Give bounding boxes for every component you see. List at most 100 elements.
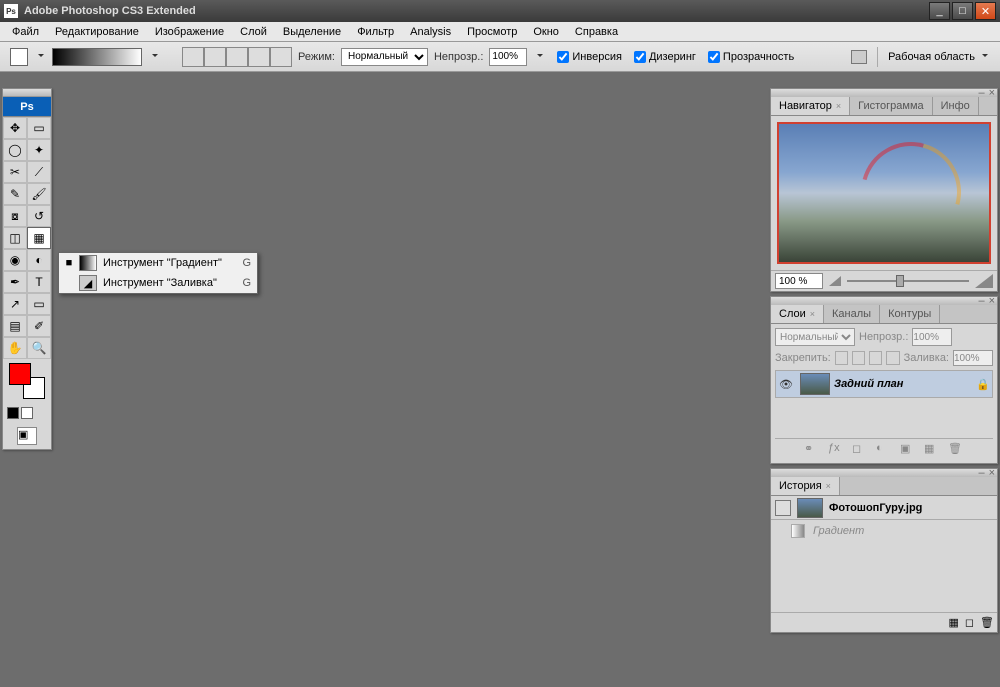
- history-document-row[interactable]: ФотошопГуру.jpg: [771, 496, 997, 520]
- gradient-editor[interactable]: [52, 48, 142, 66]
- zoom-out-icon[interactable]: [829, 276, 841, 286]
- flyout-bucket-tool[interactable]: ◢ Инструмент "Заливка" G: [59, 273, 257, 293]
- zoom-input[interactable]: [775, 273, 823, 289]
- eraser-tool[interactable]: ◫: [3, 227, 27, 249]
- tool-preset-picker[interactable]: [10, 48, 28, 66]
- chevron-right-icon[interactable]: [535, 54, 545, 60]
- gradient-reflected-button[interactable]: [248, 47, 270, 67]
- notes-tool[interactable]: ▤: [3, 315, 27, 337]
- history-brush-tool[interactable]: ↺: [27, 205, 51, 227]
- new-group-icon[interactable]: ▣: [900, 442, 916, 456]
- maximize-button[interactable]: □: [952, 2, 973, 20]
- slice-tool[interactable]: ⟋: [27, 161, 51, 183]
- menu-layer[interactable]: Слой: [232, 24, 275, 40]
- menu-window[interactable]: Окно: [525, 24, 567, 40]
- lock-pixels-icon[interactable]: [852, 351, 865, 365]
- tab-navigator[interactable]: Навигатор×: [771, 97, 850, 115]
- shape-tool[interactable]: ▭: [27, 293, 51, 315]
- opacity-input[interactable]: [489, 48, 527, 66]
- panel-minimize-icon[interactable]: –: [978, 295, 984, 307]
- layer-thumbnail[interactable]: [800, 373, 830, 395]
- delete-state-icon[interactable]: 🗑: [980, 616, 994, 629]
- blend-mode-select[interactable]: Нормальный: [341, 48, 428, 66]
- gradient-angle-button[interactable]: [226, 47, 248, 67]
- brush-tool[interactable]: 🖌: [27, 183, 51, 205]
- new-layer-icon[interactable]: ▦: [924, 442, 940, 456]
- gradient-tool[interactable]: ▦: [27, 227, 51, 249]
- hand-tool[interactable]: ✋: [3, 337, 27, 359]
- wand-tool[interactable]: ✦: [27, 139, 51, 161]
- tab-info[interactable]: Инфо: [933, 97, 979, 115]
- layer-row-background[interactable]: 👁 Задний план 🔒: [775, 370, 993, 398]
- chevron-down-icon[interactable]: [150, 54, 160, 60]
- panel-close-icon[interactable]: ×: [989, 87, 995, 99]
- pen-tool[interactable]: ✒: [3, 271, 27, 293]
- menu-select[interactable]: Выделение: [275, 24, 349, 40]
- close-button[interactable]: ✕: [975, 2, 996, 20]
- link-layers-icon[interactable]: ⚭: [804, 442, 820, 456]
- panel-minimize-icon[interactable]: –: [978, 467, 984, 479]
- menu-analysis[interactable]: Analysis: [402, 24, 459, 40]
- new-snapshot-icon[interactable]: ▦: [948, 616, 958, 629]
- menu-image[interactable]: Изображение: [147, 24, 232, 40]
- menu-filter[interactable]: Фильтр: [349, 24, 402, 40]
- flyout-gradient-tool[interactable]: ■ Инструмент "Градиент" G: [59, 253, 257, 273]
- menu-edit[interactable]: Редактирование: [47, 24, 147, 40]
- layer-blend-select[interactable]: Нормальный: [775, 328, 855, 346]
- panel-minimize-icon[interactable]: –: [978, 87, 984, 99]
- tab-channels[interactable]: Каналы: [824, 305, 880, 323]
- foreground-color[interactable]: [9, 363, 31, 385]
- panel-close-icon[interactable]: ×: [989, 295, 995, 307]
- type-tool[interactable]: T: [27, 271, 51, 293]
- lock-all-icon[interactable]: [886, 351, 899, 365]
- fill-input[interactable]: [953, 350, 993, 366]
- panel-close-icon[interactable]: ×: [989, 467, 995, 479]
- new-document-icon[interactable]: ◻: [965, 616, 974, 629]
- navigator-preview[interactable]: [777, 122, 991, 264]
- lasso-tool[interactable]: ◯: [3, 139, 27, 161]
- lock-transparency-icon[interactable]: [835, 351, 848, 365]
- gradient-linear-button[interactable]: [182, 47, 204, 67]
- tab-history[interactable]: История×: [771, 477, 840, 495]
- invert-checkbox[interactable]: Инверсия: [557, 51, 622, 63]
- gradient-diamond-button[interactable]: [270, 47, 292, 67]
- bridge-icon[interactable]: [851, 50, 867, 64]
- minimize-button[interactable]: _: [929, 2, 950, 20]
- toolbox-grip[interactable]: [3, 89, 51, 97]
- tab-layers[interactable]: Слои×: [771, 305, 824, 323]
- adjustment-layer-icon[interactable]: ◐: [876, 442, 892, 456]
- blur-tool[interactable]: ◉: [3, 249, 27, 271]
- gradient-radial-button[interactable]: [204, 47, 226, 67]
- eyedropper-tool[interactable]: ✐: [27, 315, 51, 337]
- tab-paths[interactable]: Контуры: [880, 305, 940, 323]
- layer-opacity-input[interactable]: [912, 328, 952, 346]
- crop-tool[interactable]: ✂: [3, 161, 27, 183]
- visibility-icon[interactable]: 👁: [776, 378, 796, 391]
- chevron-down-icon[interactable]: [36, 54, 46, 60]
- move-tool[interactable]: ✥: [3, 117, 27, 139]
- path-tool[interactable]: ↗: [3, 293, 27, 315]
- zoom-tool[interactable]: 🔍: [27, 337, 51, 359]
- dodge-tool[interactable]: ◐: [27, 249, 51, 271]
- stamp-tool[interactable]: ⧇: [3, 205, 27, 227]
- dither-checkbox[interactable]: Дизеринг: [634, 51, 696, 63]
- layer-mask-icon[interactable]: ◻: [852, 442, 868, 456]
- screen-mode-button[interactable]: ▣: [17, 427, 37, 445]
- workspace-menu[interactable]: Рабочая область: [888, 51, 990, 63]
- zoom-in-icon[interactable]: [975, 274, 993, 288]
- delete-layer-icon[interactable]: 🗑: [948, 442, 964, 456]
- zoom-slider[interactable]: [847, 275, 969, 287]
- menu-file[interactable]: Файл: [4, 24, 47, 40]
- menu-help[interactable]: Справка: [567, 24, 626, 40]
- menu-view[interactable]: Просмотр: [459, 24, 525, 40]
- lock-position-icon[interactable]: [869, 351, 882, 365]
- history-brush-icon[interactable]: [775, 500, 791, 516]
- layer-name[interactable]: Задний план: [834, 378, 976, 390]
- healing-tool[interactable]: ✎: [3, 183, 27, 205]
- marquee-tool[interactable]: ▭: [27, 117, 51, 139]
- quick-mask-toggle[interactable]: [3, 403, 51, 423]
- layer-style-icon[interactable]: ƒx: [828, 442, 844, 456]
- tab-histogram[interactable]: Гистограмма: [850, 97, 933, 115]
- history-step-gradient[interactable]: Градиент: [771, 520, 997, 542]
- transparency-checkbox[interactable]: Прозрачность: [708, 51, 794, 63]
